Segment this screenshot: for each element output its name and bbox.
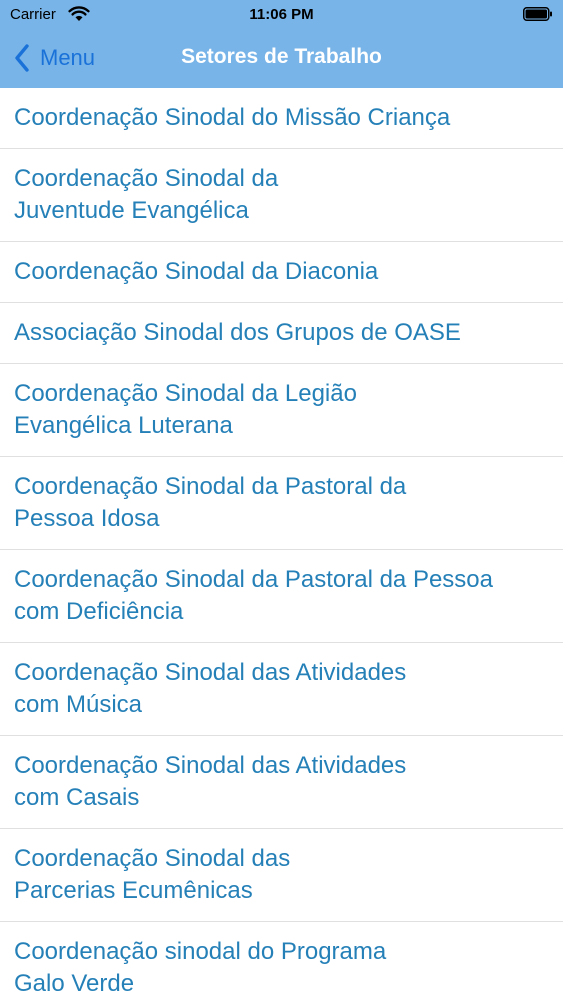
list-item[interactable]: Coordenação Sinodal das Atividades com M… xyxy=(0,643,563,736)
sector-list: Coordenação Sinodal do Missão Criança Co… xyxy=(0,88,563,1000)
top-bar: Carrier 11:06 PM Menu Setores de Trabalh… xyxy=(0,0,563,88)
page-title: Setores de Trabalho xyxy=(181,45,382,68)
list-item-label: Coordenação Sinodal das Atividades xyxy=(14,752,407,779)
list-item[interactable]: Associação Sinodal dos Grupos de OASE xyxy=(0,303,563,364)
list-item-label: Coordenação Sinodal da Legião xyxy=(14,380,357,407)
status-bar: Carrier 11:06 PM xyxy=(0,0,563,30)
list-item-label: Coordenação Sinodal das Atividades xyxy=(14,659,407,686)
list-item-label: Juventude Evangélica xyxy=(14,197,249,224)
list-item-label: Evangélica Luterana xyxy=(14,412,233,439)
list-item-label: Galo Verde xyxy=(14,970,135,997)
list-item-label: Coordenação Sinodal do Missão Criança xyxy=(14,104,451,131)
list-item[interactable]: Coordenação Sinodal das Atividades com C… xyxy=(0,736,563,829)
list-item-label: Coordenação Sinodal da xyxy=(14,165,279,192)
list-item-label: Coordenação Sinodal da Pastoral da xyxy=(14,473,407,500)
list-item-label: Parcerias Ecumênicas xyxy=(14,877,253,904)
list-item-label: Pessoa Idosa xyxy=(14,505,160,532)
list-item[interactable]: Coordenação Sinodal da Diaconia xyxy=(0,242,563,303)
list-item[interactable]: Coordenação Sinodal da Pastoral da Pesso… xyxy=(0,550,563,643)
navigation-bar: Menu Setores de Trabalho xyxy=(0,30,563,88)
list-item[interactable]: Coordenação sinodal do Programa Galo Ver… xyxy=(0,922,563,1000)
list-item-label: com Casais xyxy=(14,784,140,811)
list-item-label: com Música xyxy=(14,691,143,718)
list-item-label: Coordenação sinodal do Programa xyxy=(14,938,387,965)
list-item-label: Coordenação Sinodal da Pastoral da Pesso… xyxy=(14,566,493,593)
list-item-label: Associação Sinodal dos Grupos de OASE xyxy=(14,319,461,346)
list-item-label: com Deficiência xyxy=(14,598,184,625)
list-item[interactable]: Coordenação Sinodal da Juventude Evangél… xyxy=(0,149,563,242)
battery-icon xyxy=(523,7,552,21)
list-item-label: Coordenação Sinodal da Diaconia xyxy=(14,258,379,285)
status-time: 11:06 PM xyxy=(249,6,314,23)
list-item[interactable]: Coordenação Sinodal do Missão Criança xyxy=(0,88,563,149)
list-item[interactable]: Coordenação Sinodal da Pastoral da Pesso… xyxy=(0,457,563,550)
list-item-label: Coordenação Sinodal das xyxy=(14,845,291,872)
list-item[interactable]: Coordenação Sinodal da Legião Evangélica… xyxy=(0,364,563,457)
list-item[interactable]: Coordenação Sinodal das Parcerias Ecumên… xyxy=(0,829,563,922)
